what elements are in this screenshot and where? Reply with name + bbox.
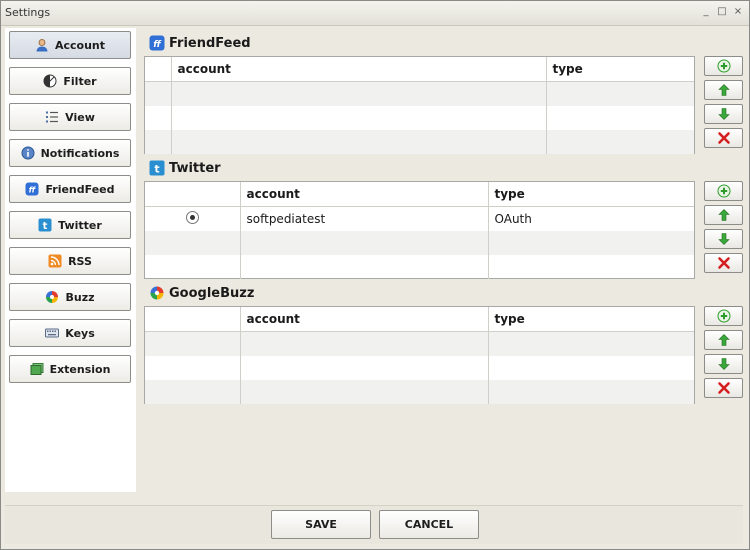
- cancel-button[interactable]: CANCEL: [379, 510, 479, 539]
- sidebar-item-label: Extension: [49, 362, 111, 376]
- friendfeed-move-up-button[interactable]: [704, 80, 743, 100]
- add-icon: [717, 309, 730, 323]
- table-header: account type: [145, 57, 694, 82]
- window-controls: _ □ ×: [701, 5, 743, 19]
- sidebar-item-label: Buzz: [65, 290, 95, 304]
- footer-bar: [5, 505, 743, 544]
- close-button[interactable]: ×: [733, 5, 743, 19]
- column-header-type[interactable]: type: [488, 182, 694, 207]
- arrow-up-icon: [717, 334, 730, 346]
- friendfeed-add-button[interactable]: [704, 56, 743, 76]
- delete-icon: [717, 382, 730, 394]
- extension-icon: [30, 363, 44, 375]
- sidebar-item-friendfeed[interactable]: ff FriendFeed: [9, 175, 131, 203]
- friendfeed-accounts-table[interactable]: account type: [144, 56, 695, 154]
- twitter-delete-button[interactable]: [704, 253, 743, 273]
- googlebuzz-move-up-button[interactable]: [704, 330, 743, 350]
- column-header-account[interactable]: account: [171, 57, 547, 82]
- type-cell: OAuth: [494, 212, 532, 226]
- sidebar-item-notifications[interactable]: Notifications: [9, 139, 131, 167]
- friendfeed-icon: ff: [149, 35, 165, 51]
- twitter-icon: t: [38, 218, 52, 232]
- column-header-select: [145, 182, 241, 207]
- arrow-up-icon: [717, 84, 730, 96]
- twitter-accounts-table[interactable]: account type softpediatest OAuth: [144, 181, 695, 279]
- table-row[interactable]: [145, 231, 694, 255]
- delete-icon: [717, 257, 730, 269]
- sidebar-item-label: Notifications: [40, 146, 120, 160]
- info-icon: [21, 146, 35, 160]
- sidebar-item-twitter[interactable]: t Twitter: [9, 211, 131, 239]
- column-header-select: [145, 307, 241, 332]
- user-icon: [36, 39, 48, 52]
- table-header: account type: [145, 182, 694, 207]
- twitter-section-title: t Twitter: [149, 160, 221, 176]
- sidebar: Account Filter View Notifications ff Fri…: [5, 28, 136, 492]
- column-header-account[interactable]: account: [240, 182, 489, 207]
- sidebar-item-account[interactable]: Account: [9, 31, 131, 59]
- column-header-account[interactable]: account: [240, 307, 489, 332]
- googlebuzz-move-down-button[interactable]: [704, 354, 743, 374]
- sidebar-item-label: Account: [54, 38, 106, 52]
- twitter-move-down-button[interactable]: [704, 229, 743, 249]
- save-button[interactable]: SAVE: [271, 510, 371, 539]
- sidebar-item-buzz[interactable]: Buzz: [9, 283, 131, 311]
- table-row[interactable]: [145, 331, 694, 356]
- rss-icon: [48, 254, 62, 268]
- table-row[interactable]: [145, 356, 694, 380]
- sidebar-item-keys[interactable]: Keys: [9, 319, 131, 347]
- friendfeed-icon: ff: [25, 182, 39, 196]
- sidebar-item-label: FriendFeed: [45, 182, 115, 196]
- arrow-down-icon: [717, 108, 730, 120]
- googlebuzz-accounts-table[interactable]: account type: [144, 306, 695, 404]
- default-account-radio[interactable]: [185, 211, 199, 224]
- keyboard-icon: [45, 328, 60, 338]
- column-header-type[interactable]: type: [488, 307, 694, 332]
- sidebar-item-label: Filter: [63, 74, 97, 88]
- filter-icon: [43, 74, 57, 88]
- table-row[interactable]: [145, 380, 694, 404]
- twitter-move-up-button[interactable]: [704, 205, 743, 225]
- twitter-add-button[interactable]: [704, 181, 743, 201]
- title-bar[interactable]: Settings _ □ ×: [1, 1, 749, 26]
- sidebar-item-view[interactable]: View: [9, 103, 131, 131]
- friendfeed-move-down-button[interactable]: [704, 104, 743, 124]
- sidebar-item-label: Keys: [65, 326, 95, 340]
- buzz-icon: [46, 291, 59, 303]
- sidebar-item-rss[interactable]: RSS: [9, 247, 131, 275]
- friendfeed-delete-button[interactable]: [704, 128, 743, 148]
- arrow-down-icon: [717, 233, 730, 245]
- sidebar-item-filter[interactable]: Filter: [9, 67, 131, 95]
- googlebuzz-section-title: GoogleBuzz: [149, 285, 254, 301]
- add-icon: [717, 59, 730, 73]
- svg-text:t: t: [154, 163, 159, 176]
- table-row[interactable]: [145, 81, 694, 106]
- googlebuzz-delete-button[interactable]: [704, 378, 743, 398]
- column-header-type[interactable]: type: [546, 57, 694, 82]
- arrow-down-icon: [717, 358, 730, 370]
- account-cell: softpediatest: [240, 206, 489, 231]
- sidebar-item-label: View: [65, 110, 95, 124]
- friendfeed-section-title: ff FriendFeed: [149, 35, 251, 51]
- table-row[interactable]: softpediatest OAuth: [145, 206, 694, 231]
- table-row[interactable]: [145, 130, 694, 154]
- sidebar-item-label: Twitter: [58, 218, 102, 232]
- googlebuzz-add-button[interactable]: [704, 306, 743, 326]
- maximize-button[interactable]: □: [717, 5, 727, 19]
- add-icon: [717, 184, 730, 198]
- sidebar-item-label: RSS: [68, 254, 92, 268]
- window-title: Settings: [5, 6, 51, 19]
- list-icon: [46, 111, 59, 123]
- buzz-icon: [150, 286, 164, 300]
- arrow-up-icon: [717, 209, 730, 221]
- minimize-button[interactable]: _: [701, 5, 711, 19]
- column-header-select: [145, 57, 172, 82]
- svg-text:t: t: [43, 221, 48, 232]
- twitter-icon: t: [149, 160, 165, 176]
- table-row[interactable]: [145, 255, 694, 279]
- sidebar-item-extension[interactable]: Extension: [9, 355, 131, 383]
- delete-icon: [717, 132, 730, 144]
- table-row[interactable]: [145, 106, 694, 130]
- table-header: account type: [145, 307, 694, 332]
